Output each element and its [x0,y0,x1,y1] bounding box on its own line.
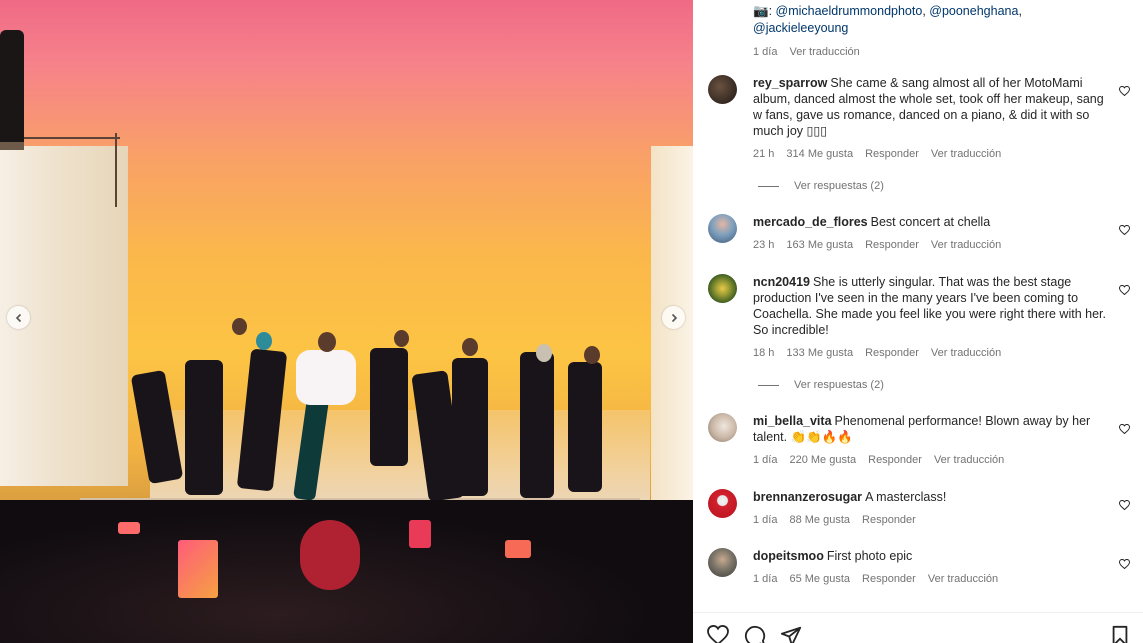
avatar[interactable] [708,413,737,442]
lead-dancer-shirt [296,350,356,405]
dancer [568,362,602,492]
caption-time: 1 día [753,46,778,58]
post-photo [0,0,693,643]
mention-link[interactable]: @michaeldrummondphoto [776,4,923,18]
share-icon[interactable] [780,625,802,643]
phone-screen [409,520,431,548]
chevron-left-icon[interactable] [7,306,30,329]
reply-button[interactable]: Responder [865,146,919,162]
like-count[interactable]: 88 Me gusta [789,512,850,528]
heart-icon[interactable] [1118,224,1130,236]
heart-icon[interactable] [1118,85,1130,97]
comments-panel: 📷: @michaeldrummondphoto, @poonehghana, … [693,0,1143,643]
avatar[interactable] [708,214,737,243]
reply-button[interactable]: Responder [868,452,922,468]
comment-username[interactable]: ncn20419 [753,275,810,289]
mention-link[interactable]: @poonehghana [929,4,1018,18]
translate-button[interactable]: Ver traducción [928,571,998,587]
post-action-bar [693,612,1143,643]
reply-button[interactable]: Responder [862,571,916,587]
avatar[interactable] [708,548,737,577]
avatar[interactable] [708,75,737,104]
reply-button[interactable]: Responder [865,237,919,253]
heart-icon[interactable] [1118,499,1130,511]
translate-button[interactable]: Ver traducción [931,237,1001,253]
translate-button[interactable]: Ver traducción [789,44,859,61]
heart-icon[interactable] [1118,284,1130,296]
comment-time: 1 día [753,573,778,585]
comment-text: Best concert at chella [870,215,991,229]
phone-screen [505,540,531,558]
comment-time: 18 h [753,347,775,359]
mention-link[interactable]: @jackieleeyoung [753,21,848,35]
heart-icon[interactable] [1118,558,1130,570]
caption: 📷: @michaeldrummondphoto, @poonehghana, … [753,3,1083,61]
translate-button[interactable]: Ver traducción [931,345,1001,361]
comment-time: 1 día [753,514,778,526]
view-replies-button[interactable]: Ver respuestas (2) [758,180,884,192]
chevron-right-icon[interactable] [662,306,685,329]
phone-screen [118,522,140,534]
reply-button[interactable]: Responder [862,512,916,528]
comment-username[interactable]: mercado_de_flores [753,215,868,229]
comment-text: A masterclass! [865,490,947,504]
translate-button[interactable]: Ver traducción [934,452,1004,468]
stage-riser-right [651,146,693,516]
comment-icon[interactable] [744,625,766,643]
bookmark-icon[interactable] [1110,625,1132,643]
like-count[interactable]: 220 Me gusta [789,452,856,468]
comment-time: 23 h [753,239,775,251]
dancer [452,358,488,496]
heart-icon[interactable] [707,624,729,643]
comment-time: 21 h [753,148,775,160]
camera-emoji: 📷: [753,4,776,18]
performer-on-riser [0,30,24,142]
avatar[interactable] [708,489,737,518]
like-count[interactable]: 314 Me gusta [786,146,853,162]
comment-username[interactable]: mi_bella_vita [753,414,832,428]
comment-username[interactable]: rey_sparrow [753,76,827,90]
avatar[interactable] [708,274,737,303]
comment-username[interactable]: brennanzerosugar [753,490,862,504]
comment-text: First photo epic [826,549,913,563]
like-count[interactable]: 133 Me gusta [786,345,853,361]
like-count[interactable]: 163 Me gusta [786,237,853,253]
like-count[interactable]: 65 Me gusta [789,571,850,587]
heart-icon[interactable] [1118,423,1130,435]
comment-time: 1 día [753,454,778,466]
translate-button[interactable]: Ver traducción [931,146,1001,162]
reply-button[interactable]: Responder [865,345,919,361]
crowd-hand [300,520,360,590]
dancer [520,352,554,498]
dancer [370,348,408,466]
view-replies-button[interactable]: Ver respuestas (2) [758,379,884,391]
phone-screen [178,540,218,598]
dancer [185,360,223,495]
comment-username[interactable]: dopeitsmoo [753,549,824,563]
